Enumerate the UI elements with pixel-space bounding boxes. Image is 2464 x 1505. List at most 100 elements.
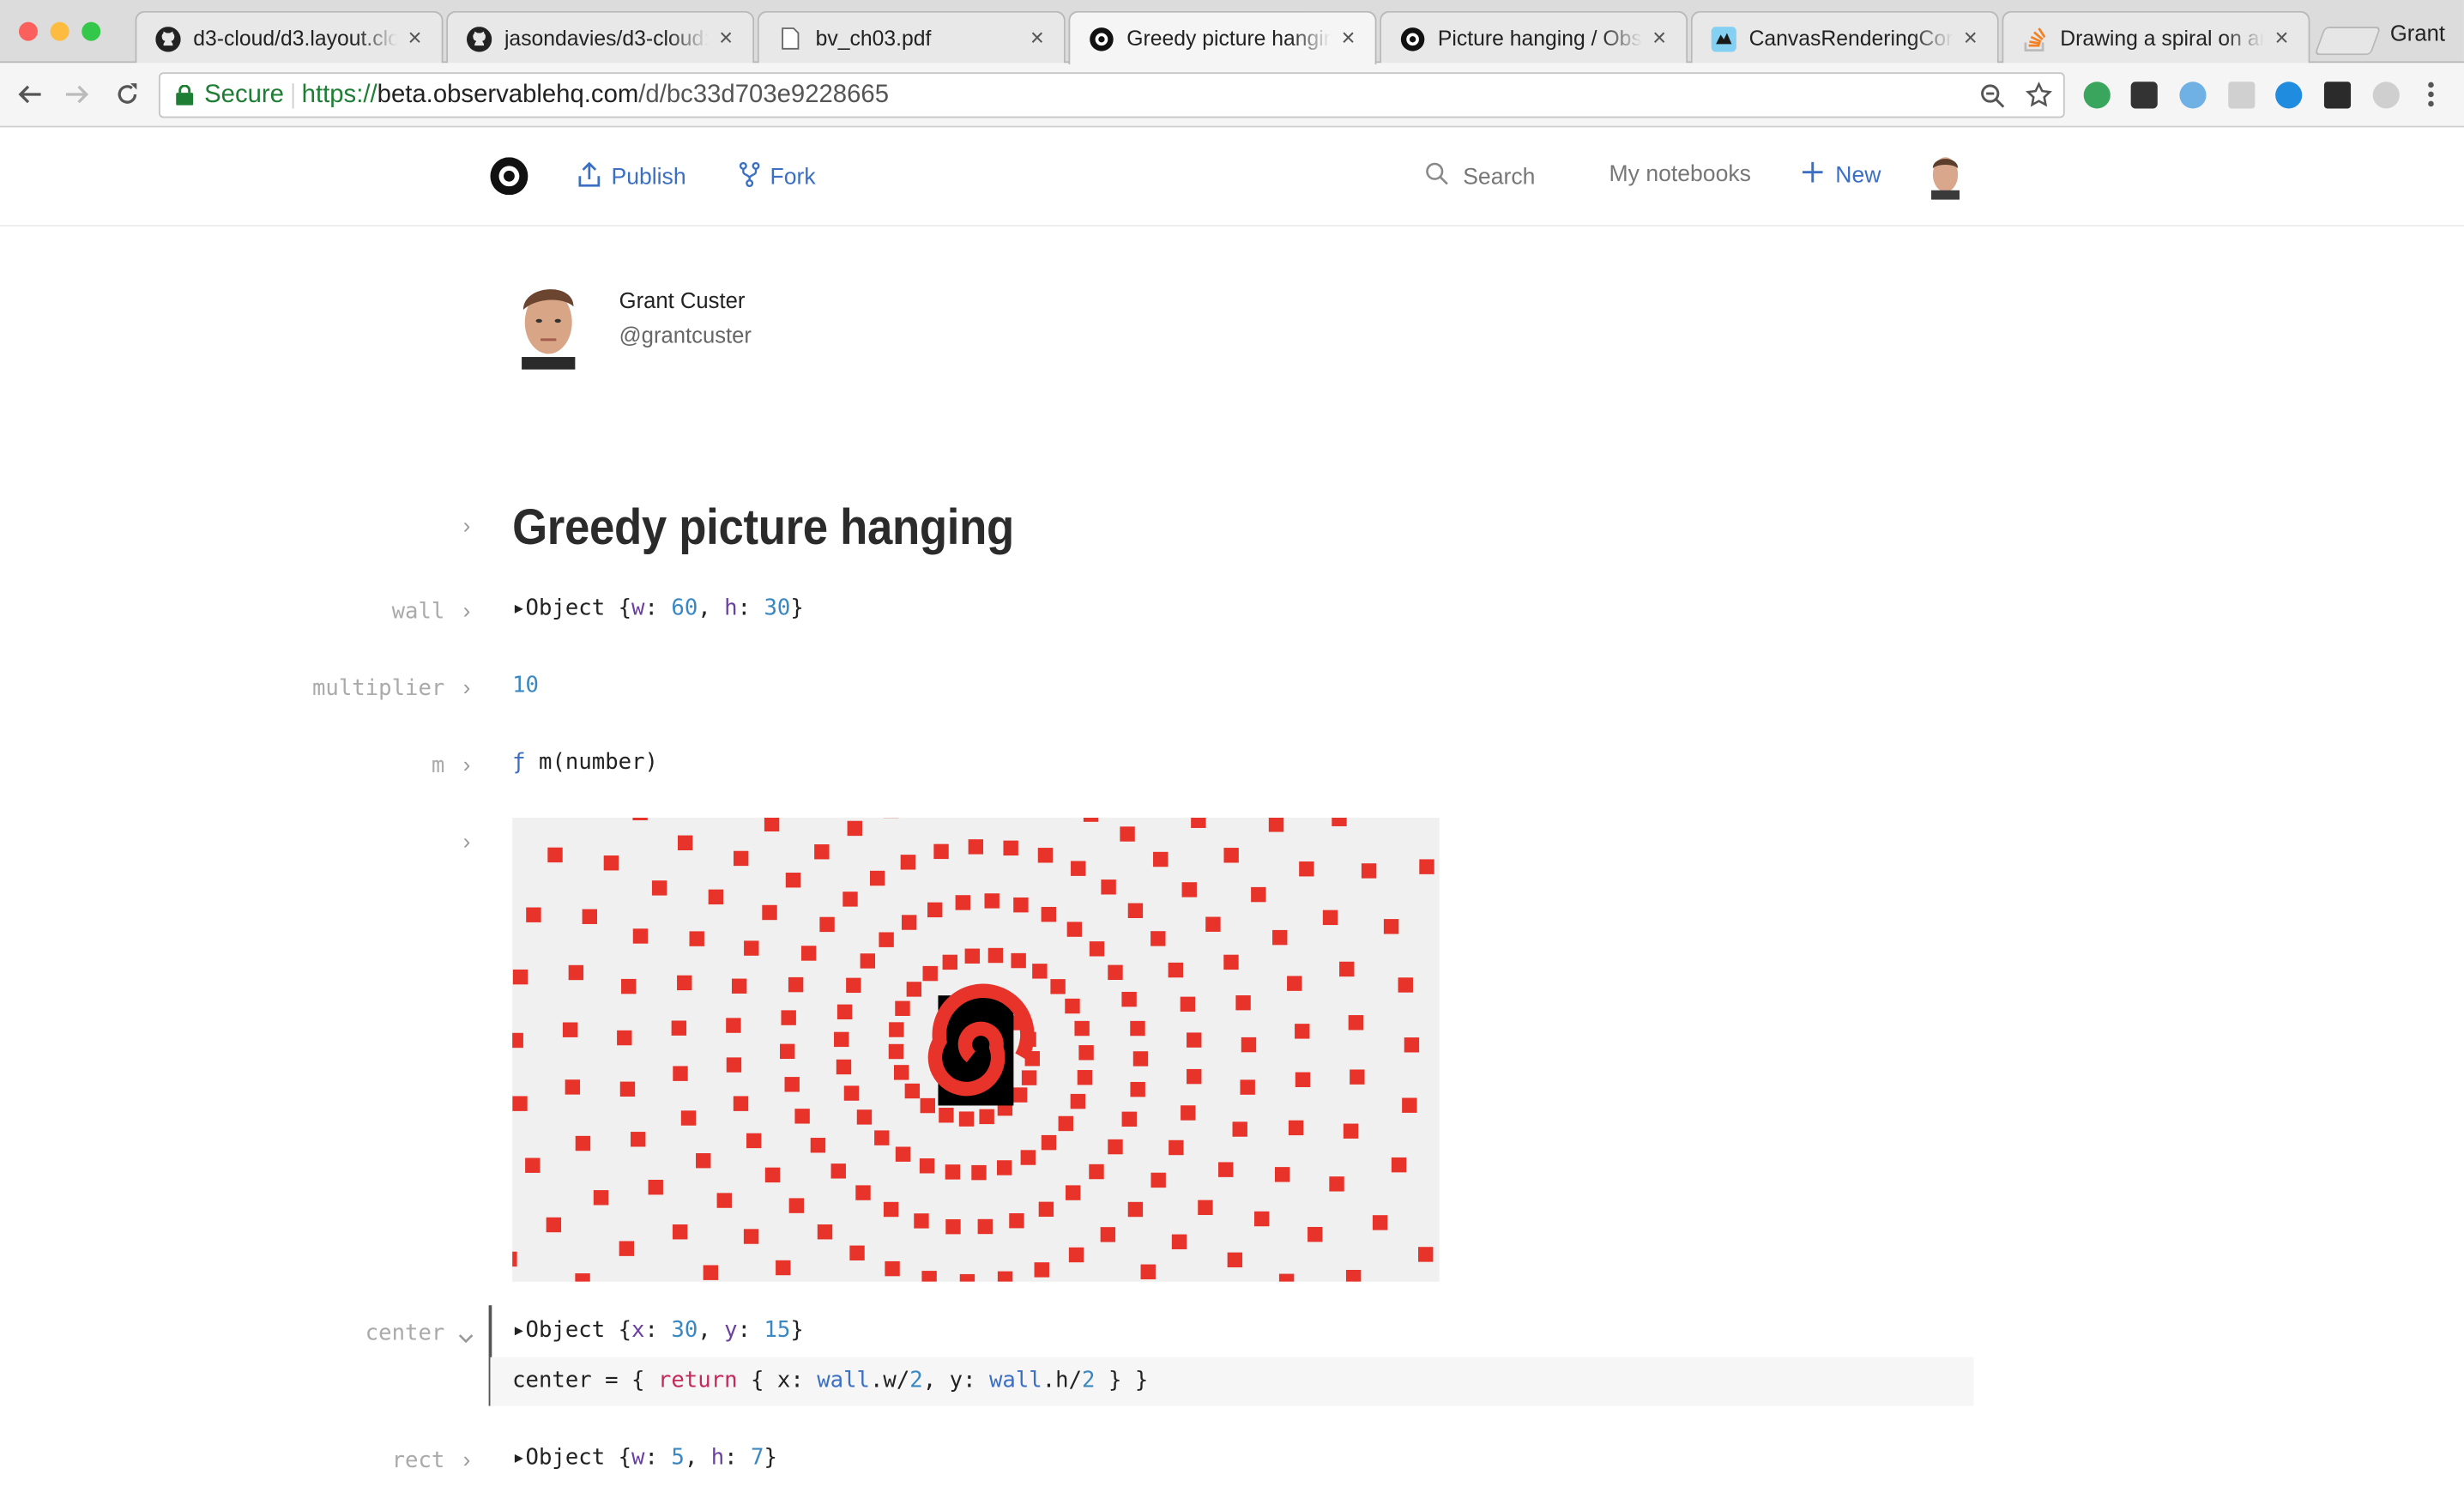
spiral-square — [1041, 906, 1057, 922]
spiral-square — [888, 1043, 904, 1060]
close-tab-icon[interactable]: × — [1648, 25, 1670, 51]
chevron-right-icon[interactable]: › — [459, 1447, 474, 1472]
browser-tab-active[interactable]: Greedy picture hanging / Observable × — [1068, 10, 1377, 65]
spiral-square — [1100, 1227, 1116, 1242]
spiral-square — [512, 969, 528, 985]
close-window-button[interactable] — [18, 21, 38, 41]
spiral-square — [1108, 964, 1123, 981]
close-tab-icon[interactable]: × — [715, 25, 737, 51]
spiral-square — [895, 1000, 910, 1016]
chevron-right-icon[interactable]: › — [459, 752, 474, 777]
cell-output-rect[interactable]: ▸Object {w: 5, h: 7} — [512, 1445, 777, 1470]
back-button[interactable] — [13, 77, 47, 112]
spiral-square — [731, 978, 747, 994]
new-notebook-button[interactable]: New — [1802, 161, 1881, 189]
browser-tab[interactable]: Picture hanging / Observable × — [1380, 10, 1688, 65]
browser-tab[interactable]: d3-cloud/d3.layout.cloud.js × — [135, 10, 444, 65]
extension-icon[interactable] — [2130, 82, 2158, 109]
author-avatar[interactable] — [512, 278, 582, 370]
browser-profile-name[interactable]: Grant — [2390, 21, 2445, 45]
spiral-square — [1372, 1215, 1388, 1230]
spiral-square — [1011, 952, 1026, 969]
spiral-square — [1077, 1070, 1093, 1085]
key-h: h — [724, 595, 738, 621]
spiral-square — [1130, 1020, 1145, 1037]
cell-source-center[interactable]: center = { return { x: wall.w/2, y: wall… — [512, 1369, 1148, 1393]
fork-button[interactable]: Fork — [739, 161, 816, 194]
spiral-square — [672, 1224, 688, 1240]
spiral-svg — [512, 818, 1434, 1282]
spiral-square — [814, 844, 830, 860]
extension-icon[interactable] — [2228, 82, 2256, 109]
spiral-square — [744, 940, 759, 956]
spiral-square — [565, 1079, 581, 1095]
object-suffix: } — [790, 595, 804, 621]
cell-output-center[interactable]: ▸Object {x: 30, y: 15} — [512, 1318, 804, 1343]
minimize-window-button[interactable] — [50, 21, 69, 41]
author-handle[interactable]: @grantcuster — [619, 323, 752, 348]
author-name[interactable]: Grant Custer — [619, 287, 746, 312]
spiral-square — [1398, 977, 1413, 993]
chevron-right-icon[interactable]: › — [459, 597, 474, 622]
publish-button[interactable]: Publish — [577, 161, 686, 194]
forward-button[interactable] — [60, 77, 94, 112]
spiral-square — [1191, 818, 1206, 828]
new-tab-button[interactable] — [2314, 27, 2382, 56]
spiral-square — [651, 880, 667, 896]
close-tab-icon[interactable]: × — [404, 25, 426, 51]
spiral-square — [964, 948, 981, 964]
my-notebooks-link[interactable]: My notebooks — [1609, 162, 1751, 187]
browser-tab[interactable]: Drawing a spiral on an HTML canvas × — [2002, 10, 2310, 65]
spiral-square — [885, 1260, 900, 1277]
cell-output-wall[interactable]: ▸Object {w: 60, h: 30} — [512, 596, 804, 621]
plus-icon — [1802, 161, 1823, 189]
url-text[interactable]: https://beta.observablehq.com/d/bc33d703… — [302, 82, 889, 110]
chevron-down-icon[interactable] — [457, 1326, 474, 1354]
cell-name-center: center — [365, 1321, 445, 1346]
spiral-square — [619, 1241, 635, 1256]
browser-tab[interactable]: CanvasRenderingContext2D × — [1690, 10, 1999, 65]
close-tab-icon[interactable]: × — [1338, 25, 1360, 51]
spiral-square — [1218, 1162, 1234, 1177]
spiral-square — [582, 909, 598, 924]
address-bar[interactable]: Secure https://beta.observablehq.com/d/b… — [158, 72, 2065, 118]
search-button[interactable]: Search — [1425, 162, 1535, 192]
spiral-square — [819, 916, 835, 933]
spiral-square — [1066, 1185, 1081, 1200]
extension-icon[interactable] — [2323, 82, 2352, 109]
spiral-square — [883, 1201, 899, 1218]
extension-icon[interactable] — [2275, 82, 2303, 109]
spiral-square — [677, 975, 692, 991]
spiral-square — [1013, 897, 1029, 913]
cell-output-m[interactable]: ƒ m(number) — [512, 750, 658, 775]
lock-icon — [176, 84, 194, 113]
spiral-square — [842, 892, 858, 907]
close-tab-icon[interactable]: × — [1960, 25, 1982, 51]
spiral-square — [512, 1032, 523, 1049]
extension-icon[interactable] — [2083, 82, 2111, 109]
spiral-square — [1268, 818, 1284, 832]
spiral-square — [904, 1083, 921, 1099]
spiral-square — [726, 1018, 741, 1033]
spiral-square — [746, 1133, 762, 1149]
browser-tab-strip: d3-cloud/d3.layout.cloud.js × jasondavie… — [0, 0, 2464, 65]
spiral-square — [794, 1109, 810, 1124]
spiral-square — [648, 1179, 663, 1195]
value-h: 30 — [764, 595, 791, 621]
maximize-window-button[interactable] — [82, 21, 101, 41]
menu-dots-icon[interactable] — [2426, 80, 2436, 116]
extension-icon[interactable] — [2179, 82, 2207, 109]
user-avatar[interactable] — [1928, 152, 1963, 200]
observable-logo-icon[interactable] — [490, 157, 528, 202]
browser-tab[interactable]: bv_ch03.pdf × — [757, 10, 1066, 65]
chevron-right-icon[interactable]: › — [459, 512, 474, 537]
extension-icon[interactable] — [2372, 82, 2400, 109]
close-tab-icon[interactable]: × — [1026, 25, 1048, 51]
browser-tab[interactable]: jasondavies/d3-cloud: Create word clouds… — [446, 10, 755, 65]
reload-button[interactable] — [110, 77, 144, 112]
close-tab-icon[interactable]: × — [2271, 25, 2293, 51]
chevron-right-icon[interactable]: › — [459, 674, 474, 699]
zoom-icon[interactable] — [1980, 83, 2005, 116]
bookmark-star-icon[interactable] — [2026, 82, 2052, 116]
chevron-right-icon[interactable]: › — [459, 829, 474, 854]
